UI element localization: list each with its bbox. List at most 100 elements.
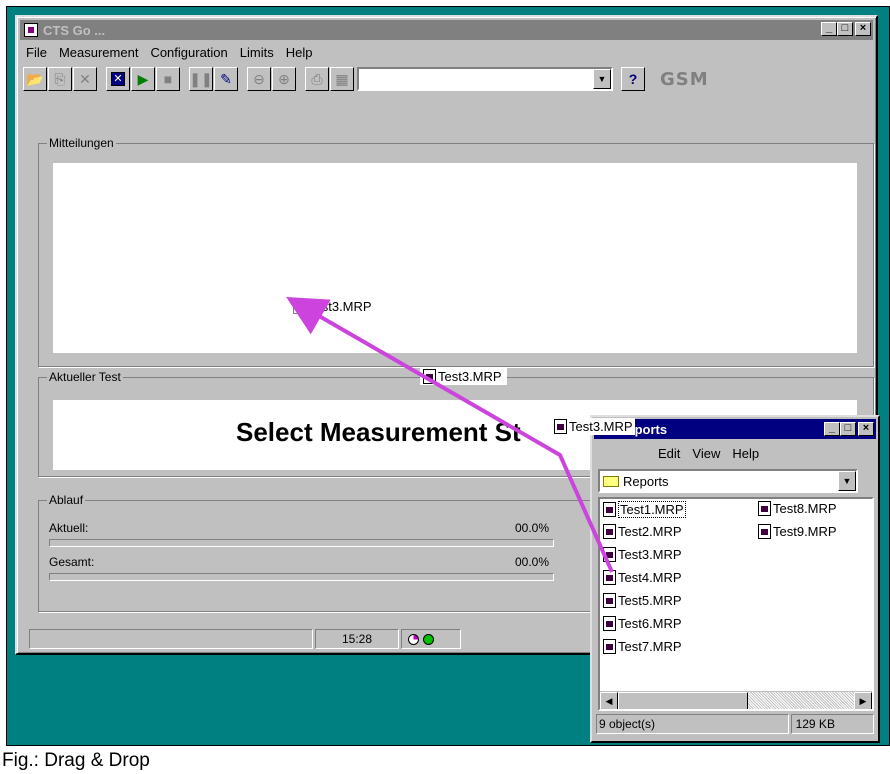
zoom-out-icon[interactable]: ⊖ — [247, 67, 271, 91]
list-item[interactable]: Test5.MRP — [603, 593, 682, 608]
window-title: CTS Go ... — [43, 22, 106, 38]
app-icon[interactable] — [24, 23, 38, 37]
status-indicators — [401, 629, 461, 649]
window-controls: _ □ × — [821, 22, 871, 36]
copy-icon[interactable]: ⎘ — [48, 67, 72, 91]
file-icon — [758, 501, 771, 516]
file-label: Test3.MRP — [618, 547, 682, 562]
status-bar: 15:28 — [29, 629, 589, 649]
gesamt-progress-bar — [49, 573, 554, 581]
status-panel-main — [29, 629, 313, 649]
chevron-down-icon[interactable]: ▼ — [593, 69, 611, 89]
menu-limits[interactable]: Limits — [234, 45, 280, 60]
list-item[interactable]: Test9.MRP — [758, 524, 837, 539]
maximize-icon[interactable]: □ — [840, 422, 856, 436]
menu-measurement[interactable]: Measurement — [53, 45, 144, 60]
file-icon — [603, 616, 616, 631]
file-label: Test2.MRP — [618, 524, 682, 539]
file-label: Test5.MRP — [618, 593, 682, 608]
file-icon — [603, 639, 616, 654]
file-icon — [758, 524, 771, 539]
toolbar: 📂 ⎘ ✕ ✕ ▶ ■ ❚❚ ✎ ⊖ ⊕ ⎙ ▦ ▼ ? GSM — [23, 64, 870, 94]
pause-icon[interactable]: ❚❚ — [189, 67, 213, 91]
mitteilungen-group: Mitteilungen — [38, 136, 874, 367]
delete-icon[interactable]: ✕ — [73, 67, 97, 91]
print-icon[interactable]: ⎙ — [305, 67, 329, 91]
file-icon — [554, 419, 567, 434]
scroll-right-icon[interactable]: ▶ — [854, 692, 872, 709]
calculator-icon[interactable]: ▦ — [330, 67, 354, 91]
menu-configuration[interactable]: Configuration — [144, 45, 233, 60]
file-icon — [603, 524, 616, 539]
gesamt-value: 00.0% — [515, 555, 550, 569]
file-icon — [603, 570, 616, 585]
list-item[interactable]: Test3.MRP — [603, 547, 682, 562]
minimize-icon[interactable]: _ — [824, 422, 840, 436]
reports-window: Reports _ □ × Edit View Help Reports ▼ T… — [590, 415, 880, 743]
help-icon[interactable]: ? — [621, 67, 645, 91]
open-icon[interactable]: 📂 — [23, 67, 47, 91]
list-item[interactable]: Test7.MRP — [603, 639, 682, 654]
file-list: Test1.MRP Test2.MRP Test3.MRP Test4.MRP … — [598, 497, 874, 711]
dragging-file-label: Test3.MRP — [438, 369, 502, 384]
tools-icon[interactable]: ✎ — [214, 67, 238, 91]
menu-bar: File Measurement Configuration Limits He… — [20, 42, 318, 62]
aktuell-value: 00.0% — [515, 521, 550, 535]
play-icon[interactable]: ▶ — [131, 67, 155, 91]
mitteilungen-label: Mitteilungen — [47, 136, 116, 150]
horizontal-scrollbar[interactable]: ◀ ▶ — [600, 691, 872, 709]
zoom-in-icon[interactable]: ⊕ — [272, 67, 296, 91]
reports-title-bar[interactable]: Reports _ □ × — [594, 419, 876, 439]
status-time: 15:28 — [315, 629, 399, 649]
menu-help[interactable]: Help — [726, 446, 765, 461]
measurement-combo[interactable]: ▼ — [357, 67, 613, 91]
menu-view[interactable]: View — [686, 446, 726, 461]
minimize-icon[interactable]: _ — [821, 22, 837, 36]
reports-window-controls: _ □ × — [824, 422, 874, 436]
status-objects: 9 object(s) — [596, 714, 789, 734]
scroll-thumb[interactable] — [618, 692, 748, 709]
file-label: Test9.MRP — [773, 524, 837, 539]
status-size: 129 KB — [790, 714, 874, 734]
gsm-logo: GSM — [660, 68, 709, 90]
file-label: Test7.MRP — [618, 639, 682, 654]
aktueller-test-label: Aktueller Test — [47, 370, 123, 384]
reports-menu-bar: Edit View Help — [652, 443, 765, 463]
menu-help[interactable]: Help — [280, 45, 319, 60]
file-icon — [603, 502, 616, 517]
list-item[interactable]: Test8.MRP — [758, 501, 837, 516]
chevron-down-icon[interactable]: ▼ — [838, 471, 856, 491]
file-icon — [423, 369, 436, 384]
dropped-file-label: Test3.MRP — [308, 299, 372, 314]
file-label: Test8.MRP — [773, 501, 837, 516]
folder-combo[interactable]: Reports ▼ — [598, 469, 858, 493]
file-label: Test4.MRP — [618, 570, 682, 585]
ablauf-label: Ablauf — [47, 493, 86, 507]
menu-file[interactable]: File — [20, 45, 53, 60]
file-label: Test1.MRP — [618, 501, 686, 518]
dragging-file-test3[interactable]: Test3.MRP — [420, 368, 507, 385]
reports-status-bar: 9 object(s) 129 KB — [596, 714, 874, 734]
menu-edit[interactable]: Edit — [652, 446, 686, 461]
drag-ghost-test3[interactable]: Test3.MRP — [552, 418, 635, 435]
list-item[interactable]: Test1.MRP — [603, 501, 686, 518]
gesamt-label: Gesamt: — [49, 555, 95, 569]
list-item[interactable]: Test2.MRP — [603, 524, 682, 539]
close-icon[interactable]: × — [855, 22, 871, 36]
file-icon — [603, 593, 616, 608]
file-label: Test6.MRP — [618, 616, 682, 631]
current-test-text: Select Measurement St — [236, 417, 521, 447]
maximize-icon[interactable]: □ — [837, 22, 853, 36]
dropped-file-test3[interactable]: Test3.MRP — [293, 299, 372, 314]
stop-icon[interactable]: ■ — [156, 67, 180, 91]
close-icon[interactable]: × — [858, 422, 874, 436]
list-item[interactable]: Test6.MRP — [603, 616, 682, 631]
green-led-icon — [423, 633, 434, 645]
list-item[interactable]: Test4.MRP — [603, 570, 682, 585]
figure-caption: Fig.: Drag & Drop — [2, 750, 150, 771]
aktuell-label: Aktuell: — [49, 521, 89, 535]
messages-area[interactable] — [53, 163, 857, 353]
select-icon[interactable]: ✕ — [106, 67, 130, 91]
title-bar[interactable]: CTS Go ... _ □ × — [20, 20, 873, 40]
scroll-left-icon[interactable]: ◀ — [600, 692, 618, 709]
